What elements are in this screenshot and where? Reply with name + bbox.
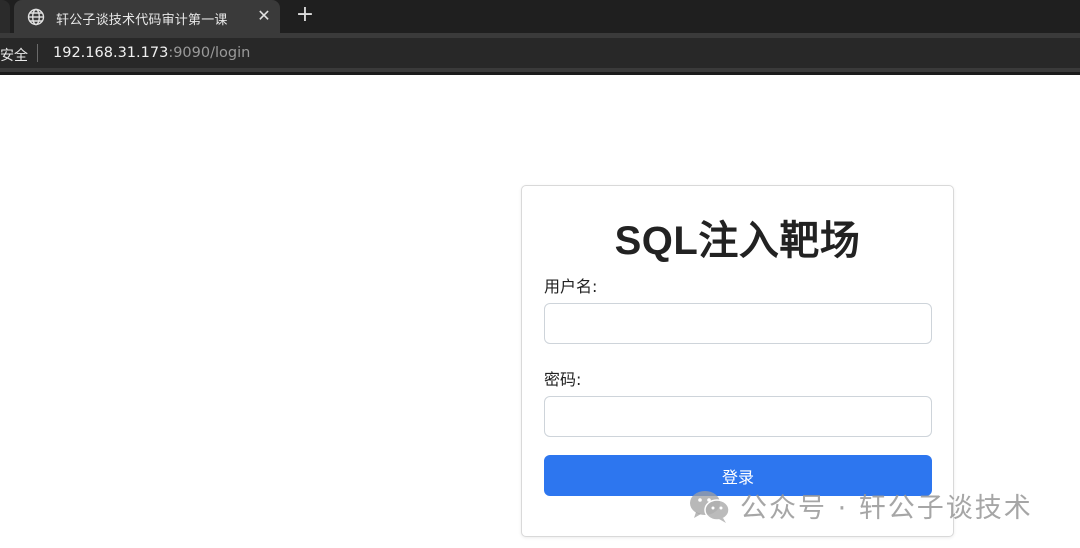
globe-icon: [26, 7, 46, 27]
url-text[interactable]: 192.168.31.173:9090/login: [53, 45, 250, 61]
page-title: SQL注入靶场: [614, 219, 861, 263]
url-host: 192.168.31.173: [53, 45, 169, 61]
tab-active[interactable]: 轩公子谈技术代码审计第一课 ✕: [14, 0, 280, 33]
url-divider: [37, 44, 38, 62]
browser-tab-bar: 轩公子谈技术代码审计第一课 ✕ +: [0, 0, 1080, 33]
address-bar: 安全 192.168.31.173:9090/login: [0, 33, 1080, 75]
username-input[interactable]: [544, 303, 932, 344]
watermark: 公众号 · 轩公子谈技术: [688, 486, 1033, 525]
security-label[interactable]: 安全: [0, 45, 28, 65]
password-label: 密码:: [544, 370, 582, 389]
password-input[interactable]: [544, 396, 932, 437]
login-card: SQL注入靶场 用户名: 密码: 登录: [521, 185, 954, 537]
new-tab-button[interactable]: +: [292, 2, 318, 28]
watermark-text: 公众号 · 轩公子谈技术: [740, 493, 1033, 524]
previous-tab[interactable]: [0, 0, 10, 33]
username-label: 用户名:: [544, 277, 598, 296]
url-path: :9090/login: [168, 45, 251, 61]
close-icon[interactable]: ✕: [254, 6, 274, 26]
omnibox[interactable]: 安全 192.168.31.173:9090/login: [0, 38, 1080, 68]
wechat-icon: [688, 488, 732, 524]
tab-title: 轩公子谈技术代码审计第一课: [56, 13, 228, 28]
